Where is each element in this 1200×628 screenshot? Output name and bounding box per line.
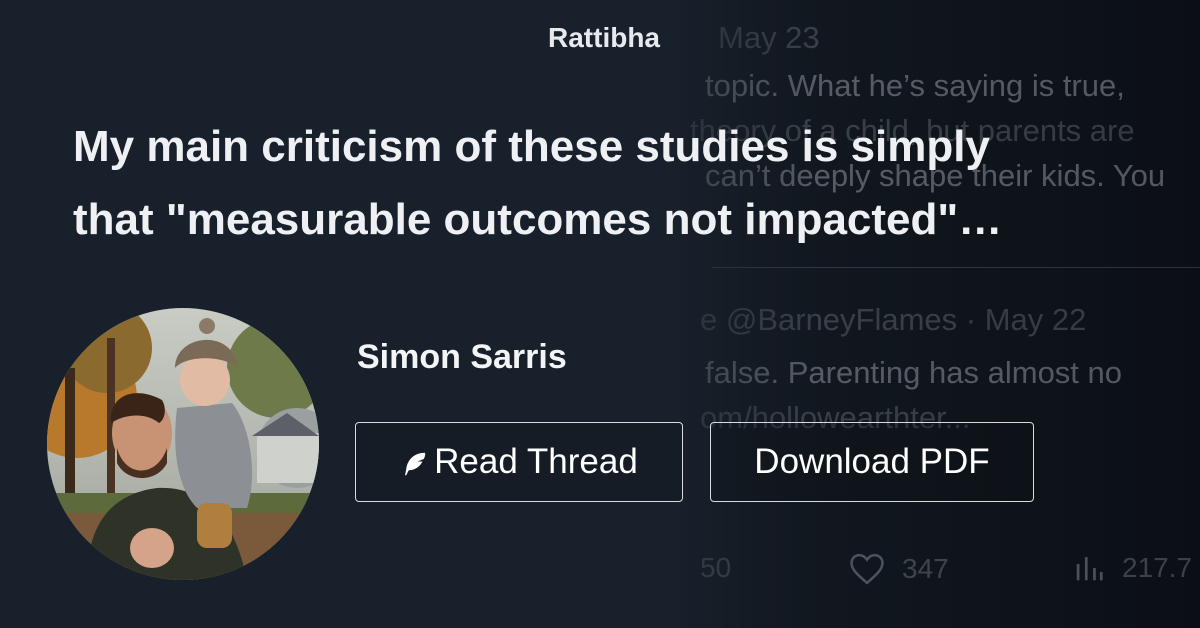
feather-icon — [405, 452, 426, 476]
avatar-photo — [47, 308, 319, 580]
read-thread-label: Read Thread — [434, 442, 638, 481]
download-pdf-button[interactable]: Download PDF — [710, 422, 1034, 502]
thread-headline: My main criticism of these studies is si… — [73, 110, 1103, 256]
author-avatar — [47, 308, 319, 580]
download-pdf-label: Download PDF — [754, 442, 990, 481]
headline-line-1: My main criticism of these studies is si… — [73, 122, 990, 171]
headline-line-2: that "measurable outcomes not impacted"… — [73, 195, 1003, 244]
gradient-fade — [560, 0, 820, 628]
site-brand: Rattibha — [548, 22, 660, 53]
read-thread-button[interactable]: Read Thread — [355, 422, 683, 502]
author-name: Simon Sarris — [357, 338, 567, 376]
